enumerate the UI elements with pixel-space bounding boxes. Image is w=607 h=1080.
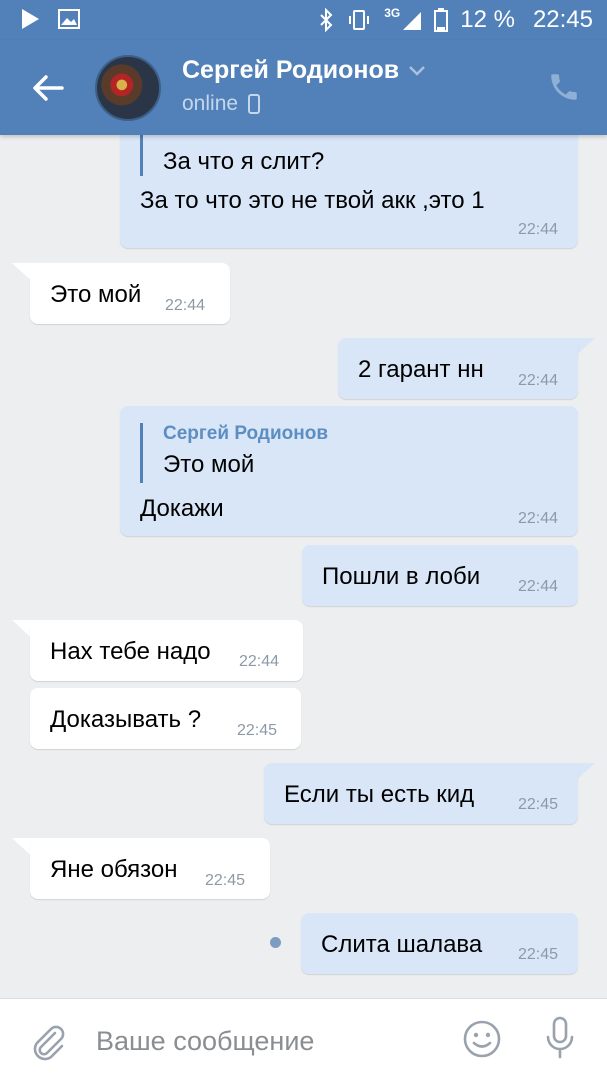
quote-text: Это мой (163, 451, 255, 478)
arrow-left-icon[interactable] (30, 70, 66, 106)
contact-status: online (182, 92, 261, 116)
chat-header: Сергей Родионов online (0, 40, 607, 135)
contact-name-label: Сергей Родионов (182, 56, 400, 84)
message-time: 22:44 (517, 372, 558, 389)
message-bubble-incoming[interactable]: Доказывать ? 22:45 (30, 688, 301, 749)
battery-percent: 12 % (460, 6, 515, 33)
bluetooth-icon (320, 8, 333, 32)
message-time: 22:45 (517, 946, 558, 963)
message-text: Слита шалава (321, 931, 483, 958)
message-time: 22:44 (239, 653, 280, 670)
smiley-icon[interactable] (462, 1019, 502, 1059)
message-bubble-outgoing[interactable]: Пошли в лоби 22:44 (302, 545, 578, 606)
battery-icon (434, 8, 449, 32)
message-text: Если ты есть кид (284, 781, 475, 808)
status-bar: 3G 12 % 22:45 (0, 0, 607, 40)
message-text: Докажи (140, 495, 224, 522)
message-bubble-incoming[interactable]: Нах тебе надо 22:44 (30, 620, 303, 681)
message-bubble-outgoing[interactable]: Слита шалава 22:45 (301, 913, 578, 974)
microphone-icon[interactable] (540, 1015, 580, 1061)
avatar[interactable] (95, 55, 161, 121)
message-bubble-outgoing[interactable]: Если ты есть кид 22:45 (264, 763, 578, 824)
contact-name[interactable]: Сергей Родионов (182, 56, 425, 85)
message-text: 2 гарант нн (358, 356, 484, 383)
message-time: 22:45 (237, 722, 278, 739)
message-composer (0, 998, 607, 1080)
message-time: 22:45 (517, 796, 558, 813)
quote-text: За что я слит? (163, 148, 325, 175)
status-label: online (182, 92, 239, 115)
message-time: 22:44 (517, 510, 558, 527)
message-text: За то что это не твой акк ,это 1 (140, 187, 485, 214)
message-bubble-incoming[interactable]: Это мой 22:44 (30, 263, 230, 324)
reply-quote: Сергей Родионов Это мой (140, 423, 328, 483)
message-input[interactable] (96, 1021, 426, 1061)
vibrate-icon (349, 10, 370, 30)
clock: 22:45 (532, 6, 593, 33)
network-type: 3G (384, 6, 401, 20)
message-time: 22:45 (205, 872, 246, 889)
quote-author: Сергей Родионов (163, 423, 328, 444)
image-icon (58, 9, 80, 29)
message-bubble-outgoing[interactable]: Сергей Родионов Это мой Докажи 22:44 (120, 406, 578, 536)
message-time: 22:44 (517, 578, 558, 595)
message-bubble-outgoing[interactable]: 2 гарант нн 22:44 (338, 338, 578, 399)
message-text: Пошли в лоби (322, 563, 481, 590)
message-text: Доказывать ? (50, 706, 202, 733)
message-time: 22:44 (517, 221, 558, 238)
chevron-down-icon (409, 65, 425, 76)
message-text: Яне обязон (50, 856, 178, 883)
play-icon (22, 9, 39, 29)
message-text: Это мой (50, 281, 142, 308)
paperclip-icon[interactable] (28, 1021, 68, 1061)
phone-icon[interactable] (547, 70, 581, 104)
unread-indicator (270, 937, 281, 948)
message-text: Нах тебе надо (50, 638, 211, 665)
mobile-icon (248, 94, 261, 114)
signal-icon (403, 12, 422, 30)
message-time: 22:44 (165, 297, 206, 314)
message-bubble-incoming[interactable]: Яне обязон 22:45 (30, 838, 270, 899)
